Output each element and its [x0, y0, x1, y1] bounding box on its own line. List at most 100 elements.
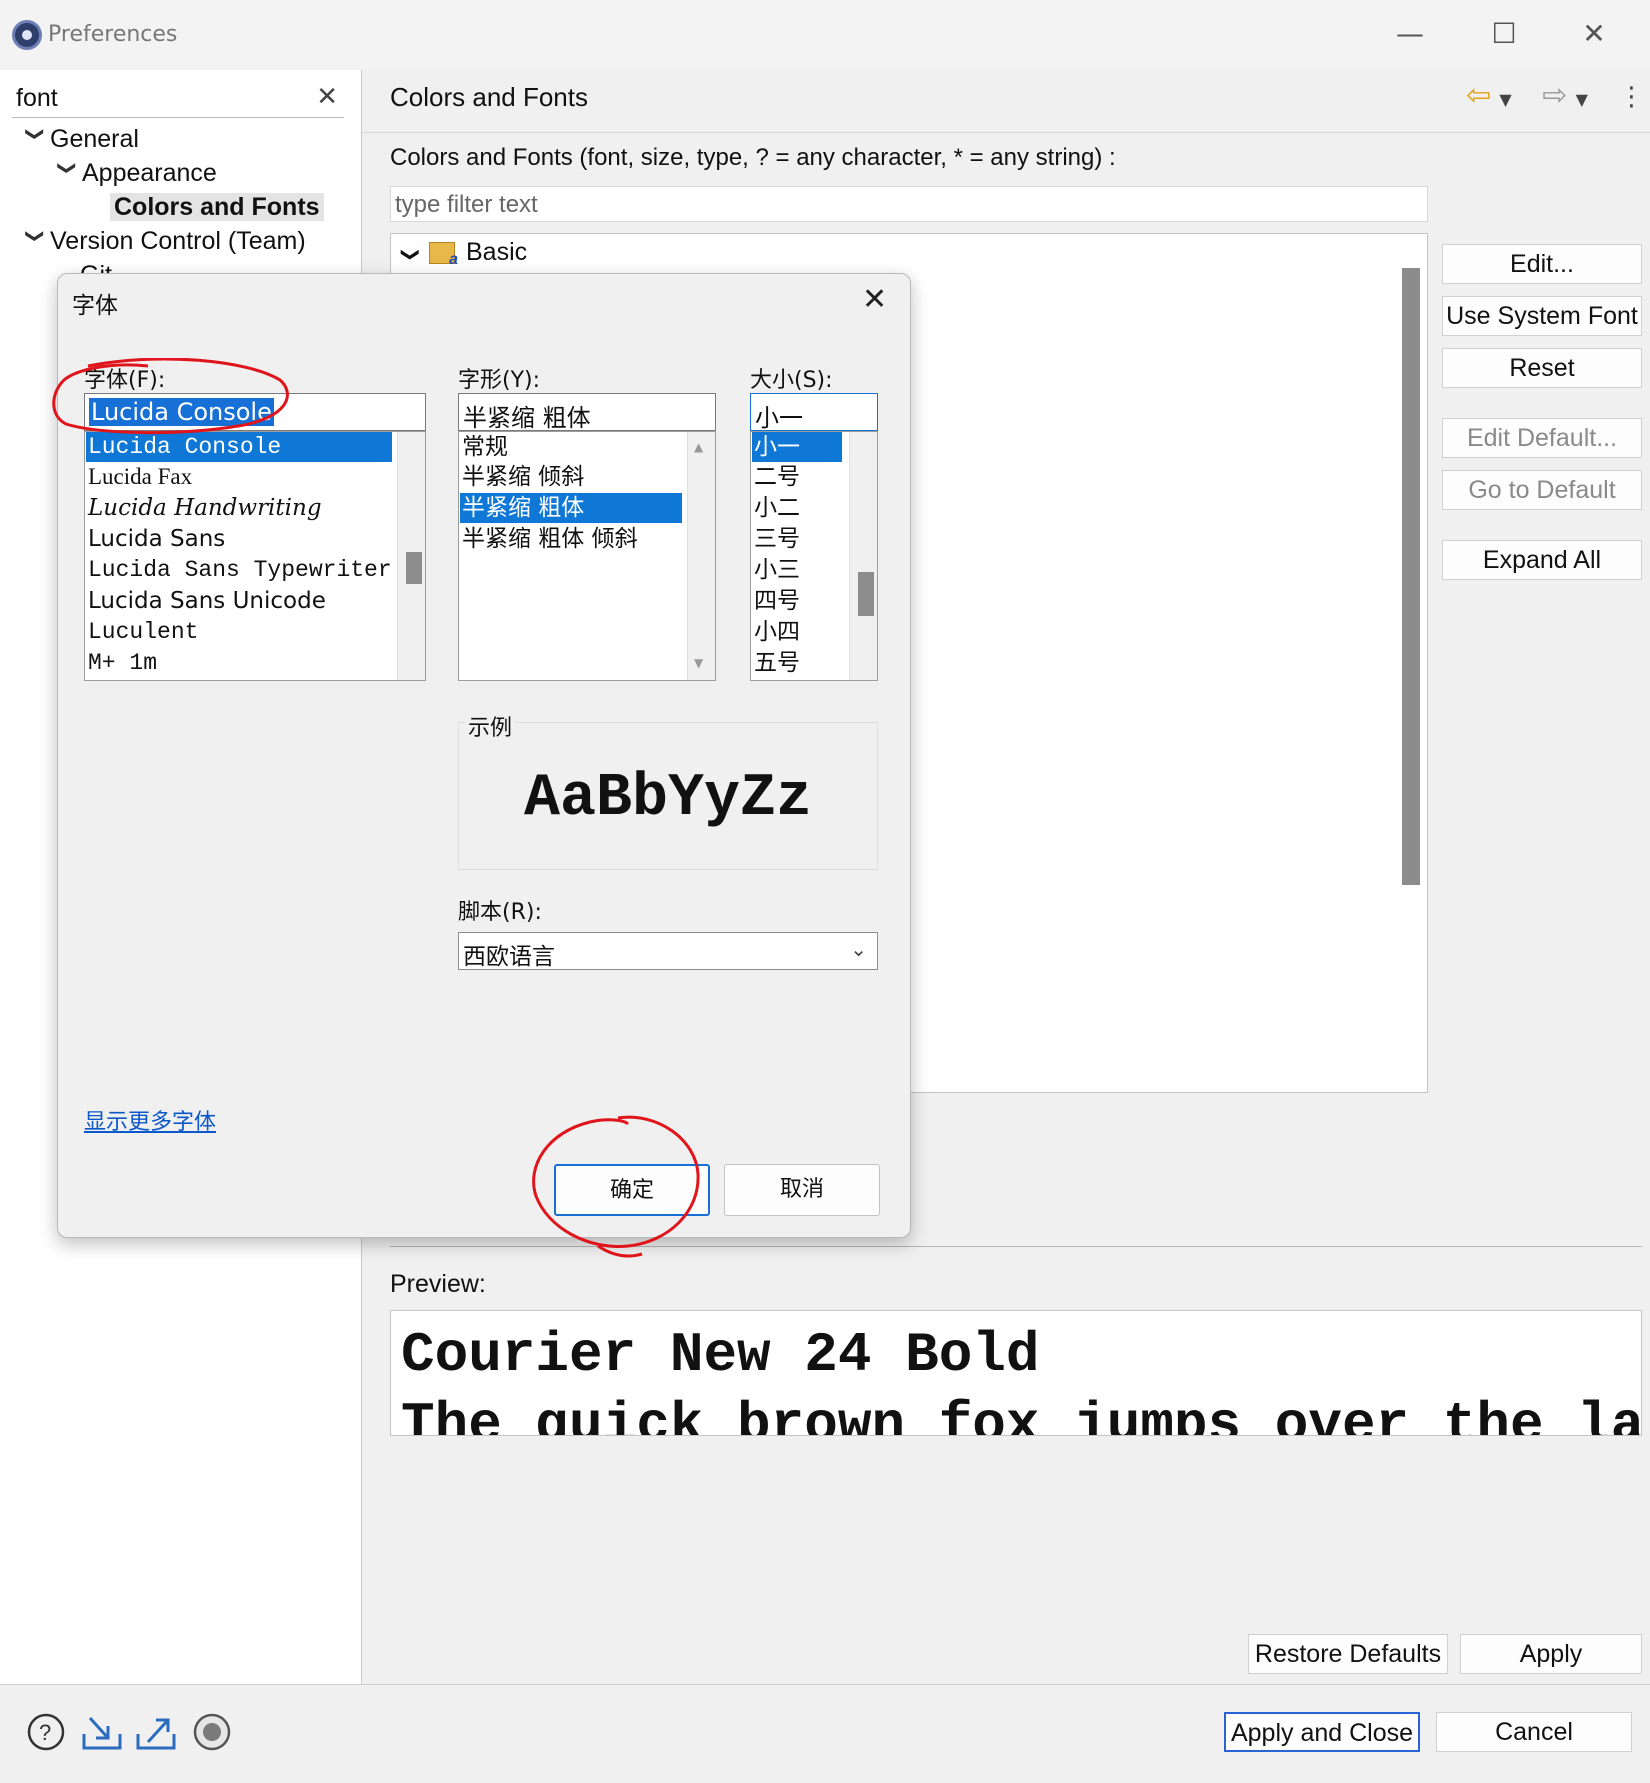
list-item[interactable]: 五号	[752, 648, 800, 678]
list-item[interactable]: 常规	[460, 432, 508, 462]
footer-divider	[0, 1684, 1650, 1685]
chevron-down-icon[interactable]: ❯	[57, 161, 78, 191]
use-system-font-button[interactable]: Use System Font	[1442, 296, 1642, 336]
list-item[interactable]: Lucida Fax	[86, 462, 192, 492]
forward-arrow-icon[interactable]: ⇨	[1542, 78, 1567, 113]
size-list-scrollbar[interactable]	[849, 432, 877, 680]
scrollbar-thumb[interactable]	[406, 552, 422, 584]
back-arrow-icon[interactable]: ⇦	[1466, 78, 1491, 113]
tree-item-label: Basic	[466, 238, 528, 266]
edit-default-button[interactable]: Edit Default...	[1442, 418, 1642, 458]
font-size-input[interactable]: 小一	[750, 393, 878, 431]
window-title: Preferences	[48, 22, 178, 47]
restore-defaults-button[interactable]: Restore Defaults	[1248, 1634, 1448, 1674]
tree-item-version-control[interactable]: ❯ Version Control (Team)	[20, 227, 306, 256]
more-options-icon[interactable]: ⋮	[1619, 82, 1645, 112]
font-style-list[interactable]: 常规 半紧缩 倾斜 半紧缩 粗体 半紧缩 粗体 倾斜 ▲ ▼	[458, 431, 716, 681]
tree-item-colors-and-fonts[interactable]: Colors and Fonts	[110, 193, 324, 222]
list-item[interactable]: 半紧缩 倾斜	[460, 462, 584, 492]
font-style-input[interactable]: 半紧缩 粗体	[458, 393, 716, 431]
chevron-down-icon[interactable]: ⌄	[850, 937, 867, 961]
chevron-down-icon[interactable]: ❯	[25, 127, 46, 157]
tree-scrollbar-thumb[interactable]	[1402, 268, 1420, 885]
show-more-fonts-link[interactable]: 显示更多字体	[84, 1104, 216, 1136]
list-item[interactable]: Lucida Sans	[86, 524, 225, 554]
sample-text: AaBbYyZz	[523, 765, 813, 833]
sample-label: 示例	[465, 710, 516, 742]
tree-item-label: Colors and Fonts	[110, 193, 324, 221]
tree-item-basic[interactable]: ❯ Basic	[400, 238, 528, 269]
dialog-cancel-button[interactable]: 取消	[724, 1164, 880, 1216]
tree-item-appearance[interactable]: ❯ Appearance	[52, 159, 217, 188]
close-button[interactable]: ✕	[1574, 16, 1614, 52]
eclipse-app-icon	[12, 20, 42, 50]
clear-search-icon[interactable]: ✕	[316, 82, 338, 112]
list-item[interactable]: 三号	[752, 524, 800, 554]
preferences-window: Preferences — ☐ ✕ font ✕ ❯ General ❯ Appea…	[0, 0, 1650, 1783]
font-family-label: 字体(F):	[84, 368, 166, 393]
font-style-label: 字形(Y):	[458, 368, 541, 393]
scroll-up-icon[interactable]: ▲	[694, 440, 703, 454]
font-size-list[interactable]: 小一 二号 小二 三号 小三 四号 小四 五号	[750, 431, 878, 681]
export-icon[interactable]	[134, 1712, 176, 1752]
list-item[interactable]: Luculent	[86, 617, 198, 647]
chevron-down-icon[interactable]: ❯	[400, 247, 421, 262]
script-select[interactable]: 西欧语言 ⌄	[458, 932, 878, 970]
page-title: Colors and Fonts	[390, 82, 588, 112]
list-item[interactable]: Lucida Sans Unicode	[86, 586, 326, 616]
style-list-scrollbar[interactable]: ▲ ▼	[687, 432, 715, 680]
preview-label: Preview:	[390, 1270, 486, 1298]
scrollbar-thumb[interactable]	[858, 572, 874, 616]
reset-button[interactable]: Reset	[1442, 348, 1642, 388]
chevron-down-icon[interactable]: ❯	[25, 229, 46, 259]
cancel-button[interactable]: Cancel	[1436, 1712, 1632, 1752]
list-item[interactable]: M+ 1m	[86, 648, 157, 678]
scroll-down-icon[interactable]: ▼	[694, 656, 703, 670]
help-icon[interactable]: ?	[26, 1712, 66, 1752]
apply-button[interactable]: Apply	[1460, 1634, 1642, 1674]
preferences-search-input[interactable]: font ✕	[12, 78, 344, 118]
tree-item-general[interactable]: ❯ General	[20, 125, 139, 154]
list-item[interactable]: 半紧缩 粗体	[460, 493, 682, 523]
import-icon[interactable]	[80, 1712, 122, 1752]
colors-fonts-description: Colors and Fonts (font, size, type, ? = …	[390, 144, 1116, 171]
font-preview: Courier New 24 Bold The quick brown fox …	[390, 1310, 1642, 1436]
list-item[interactable]: Lucida Handwriting	[86, 493, 322, 523]
back-dropdown-icon[interactable]: ▼	[1499, 90, 1511, 109]
font-family-list[interactable]: Lucida Console Lucida Fax Lucida Handwri…	[84, 431, 426, 681]
list-item[interactable]: 小四	[752, 617, 800, 647]
font-size-label: 大小(S):	[750, 368, 833, 393]
edit-button[interactable]: Edit...	[1442, 244, 1642, 284]
list-item[interactable]: 四号	[752, 586, 800, 616]
title-bar: Preferences — ☐ ✕	[0, 0, 1650, 70]
font-dialog-title: 字体	[72, 293, 118, 319]
list-item[interactable]: Lucida Console	[86, 432, 392, 462]
font-dialog: 字体 ✕ 字体(F): Lucida Console Lucida Consol…	[57, 273, 911, 1238]
filter-placeholder: type filter text	[395, 191, 538, 218]
list-item[interactable]: 二号	[752, 462, 800, 492]
dialog-close-icon[interactable]: ✕	[862, 282, 887, 317]
record-icon[interactable]	[192, 1712, 232, 1752]
description-divider	[390, 1246, 1642, 1247]
list-item[interactable]: 小三	[752, 555, 800, 585]
history-nav: ⇦ ▼ ⇨ ▼ ⋮	[1466, 78, 1645, 113]
list-item[interactable]: 半紧缩 粗体 倾斜	[460, 524, 638, 554]
header-divider	[362, 132, 1650, 133]
expand-all-button[interactable]: Expand All	[1442, 540, 1642, 580]
minimize-button[interactable]: —	[1390, 16, 1430, 52]
list-item[interactable]: 小二	[752, 493, 800, 523]
filter-input[interactable]: type filter text	[390, 186, 1428, 222]
go-to-default-button[interactable]: Go to Default	[1442, 470, 1642, 510]
forward-dropdown-icon[interactable]: ▼	[1576, 90, 1588, 109]
list-item[interactable]: 小一	[752, 432, 842, 462]
script-value: 西欧语言	[463, 944, 555, 970]
font-family-input[interactable]: Lucida Console	[84, 393, 426, 431]
font-list-scrollbar[interactable]	[397, 432, 425, 680]
ok-button[interactable]: 确定	[554, 1164, 710, 1216]
folder-icon	[429, 242, 458, 269]
apply-and-close-button[interactable]: Apply and Close	[1224, 1712, 1420, 1752]
script-label: 脚本(R):	[458, 900, 542, 925]
sample-group: AaBbYyZz	[458, 722, 878, 870]
list-item[interactable]: Lucida Sans Typewriter	[86, 555, 392, 585]
maximize-button[interactable]: ☐	[1484, 16, 1524, 52]
